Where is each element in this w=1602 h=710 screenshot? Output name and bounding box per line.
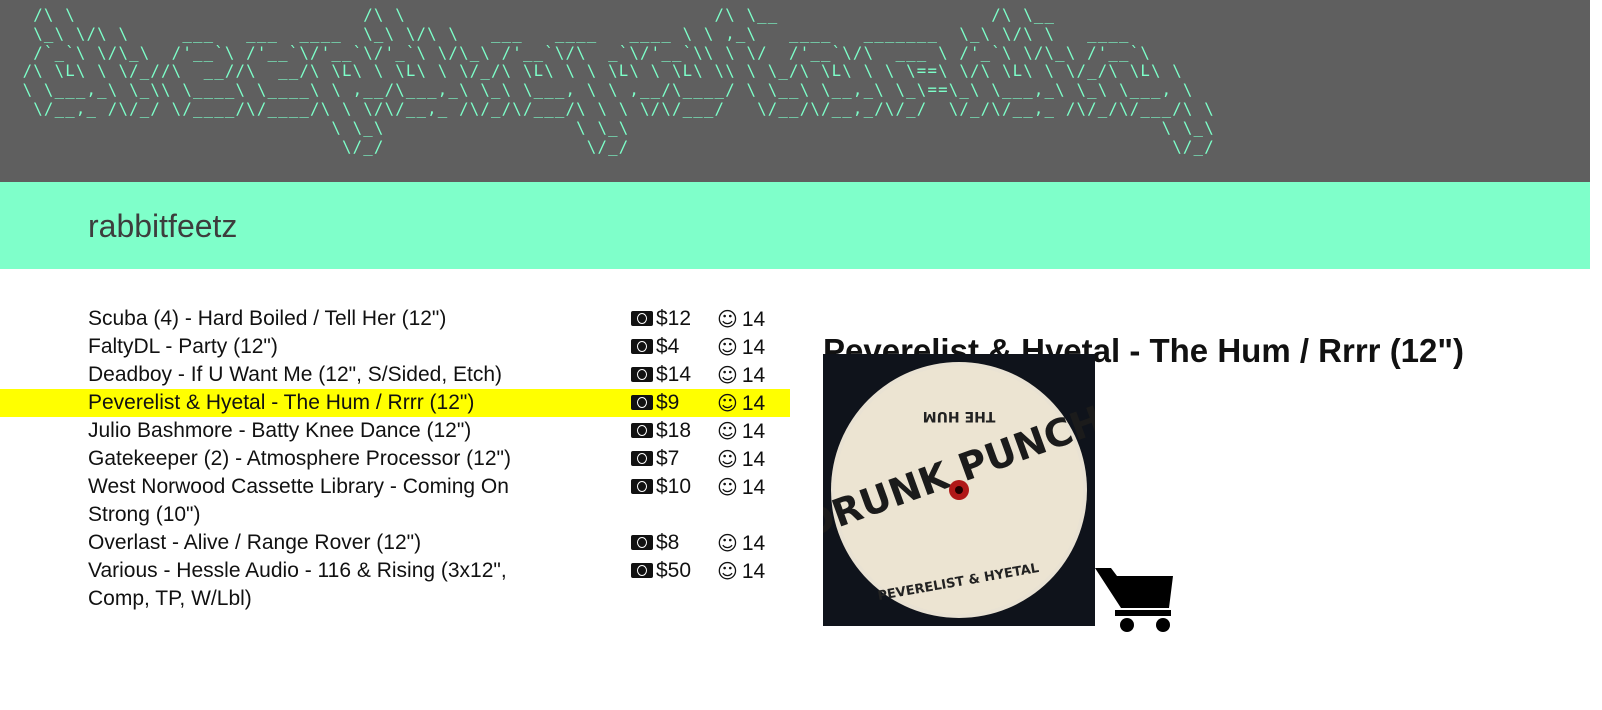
- smiley-icon: ☺: [717, 447, 738, 471]
- record-title[interactable]: Various - Hessle Audio - 116 & Rising (3…: [88, 557, 558, 613]
- price-value: $10: [656, 475, 692, 498]
- record-cover-image: THE HUM DRUNK PUNCH PEVERELIST & HYETAL: [796, 354, 1109, 626]
- price-value: $8: [656, 531, 680, 554]
- smiley-icon: ☺: [717, 475, 738, 499]
- money-icon: [631, 423, 653, 438]
- record-price: $9: [631, 389, 679, 417]
- record-count: ☺ 14: [717, 361, 765, 390]
- price-value: $12: [656, 307, 692, 330]
- money-icon: [631, 367, 653, 382]
- username[interactable]: rabbitfeetz: [88, 208, 237, 245]
- record-price: $7: [631, 445, 679, 473]
- smiley-icon: ☺: [717, 335, 738, 359]
- smiley-icon: ☺: [717, 419, 738, 443]
- record-list: Scuba (4) - Hard Boiled / Tell Her (12")…: [0, 305, 790, 613]
- add-to-cart-button[interactable]: [1093, 562, 1177, 634]
- record-price: $14: [631, 361, 691, 389]
- money-icon: [631, 339, 653, 354]
- record-title[interactable]: Julio Bashmore - Batty Knee Dance (12"): [88, 417, 558, 445]
- money-icon: [631, 563, 653, 578]
- record-title[interactable]: FaltyDL - Party (12"): [88, 333, 558, 361]
- price-value: $4: [656, 335, 680, 358]
- price-value: $7: [656, 447, 680, 470]
- record-title[interactable]: Deadboy - If U Want Me (12", S/Sided, Et…: [88, 361, 558, 389]
- record-row[interactable]: Gatekeeper (2) - Atmosphere Processor (1…: [0, 445, 790, 473]
- record-title[interactable]: Overlast - Alive / Range Rover (12"): [88, 529, 558, 557]
- record-price: $50: [631, 557, 691, 585]
- money-icon: [631, 535, 653, 550]
- count-value: 14: [741, 476, 766, 499]
- count-value: 14: [741, 308, 766, 331]
- record-title[interactable]: Peverelist & Hyetal - The Hum / Rrrr (12…: [88, 389, 558, 417]
- record-title[interactable]: Scuba (4) - Hard Boiled / Tell Her (12"): [88, 305, 558, 333]
- ascii-logo: /\ \ /\ \ /\ \__ /\ \__ \_\ \/\ \ ___ __…: [22, 5, 1215, 156]
- record-count: ☺ 14: [717, 333, 765, 362]
- record-row[interactable]: FaltyDL - Party (12") $4 ☺ 14: [0, 333, 790, 361]
- user-bar: rabbitfeetz: [0, 182, 1590, 269]
- record-row[interactable]: Overlast - Alive / Range Rover (12") $8 …: [0, 529, 790, 557]
- record-row[interactable]: Scuba (4) - Hard Boiled / Tell Her (12")…: [0, 305, 790, 333]
- vinyl-label-art: THE HUM DRUNK PUNCH PEVERELIST & HYETAL: [796, 362, 1109, 618]
- price-value: $18: [656, 419, 692, 442]
- record-count: ☺ 14: [717, 389, 765, 418]
- cart-icon: [1095, 568, 1173, 632]
- count-value: 14: [741, 364, 766, 387]
- count-value: 14: [741, 560, 766, 583]
- record-count: ☺ 14: [717, 557, 765, 586]
- money-icon: [631, 479, 653, 494]
- smiley-icon: ☺: [717, 531, 738, 555]
- record-row[interactable]: Julio Bashmore - Batty Knee Dance (12") …: [0, 417, 790, 445]
- label-top-text: THE HUM: [923, 408, 996, 424]
- price-value: $9: [656, 391, 680, 414]
- smiley-icon: ☺: [717, 391, 738, 415]
- smiley-icon: ☺: [717, 363, 738, 387]
- ascii-banner: /\ \ /\ \ /\ \__ /\ \__ \_\ \/\ \ ___ __…: [0, 0, 1590, 182]
- record-row[interactable]: Deadboy - If U Want Me (12", S/Sided, Et…: [0, 361, 790, 389]
- record-row-selected[interactable]: Peverelist & Hyetal - The Hum / Rrrr (12…: [0, 389, 790, 417]
- count-value: 14: [741, 336, 766, 359]
- count-value: 14: [741, 532, 766, 555]
- record-row[interactable]: West Norwood Cassette Library - Coming O…: [0, 473, 790, 529]
- record-price: $18: [631, 417, 691, 445]
- money-icon: [631, 395, 653, 410]
- price-value: $14: [656, 363, 692, 386]
- smiley-icon: ☺: [717, 307, 738, 331]
- money-icon: [631, 451, 653, 466]
- count-value: 14: [741, 448, 766, 471]
- record-count: ☺ 14: [717, 473, 765, 502]
- price-value: $50: [656, 559, 692, 582]
- record-count: ☺ 14: [717, 529, 765, 558]
- record-price: $8: [631, 529, 679, 557]
- record-count: ☺ 14: [717, 417, 765, 446]
- record-price: $12: [631, 305, 691, 333]
- count-value: 14: [741, 420, 766, 443]
- record-price: $4: [631, 333, 679, 361]
- record-count: ☺ 14: [717, 445, 765, 474]
- record-row[interactable]: Various - Hessle Audio - 116 & Rising (3…: [0, 557, 790, 613]
- record-count: ☺ 14: [717, 305, 765, 334]
- money-icon: [631, 311, 653, 326]
- record-title[interactable]: West Norwood Cassette Library - Coming O…: [88, 473, 558, 529]
- record-title[interactable]: Gatekeeper (2) - Atmosphere Processor (1…: [88, 445, 558, 473]
- record-price: $10: [631, 473, 691, 501]
- smiley-icon: ☺: [717, 559, 738, 583]
- count-value: 14: [741, 392, 766, 415]
